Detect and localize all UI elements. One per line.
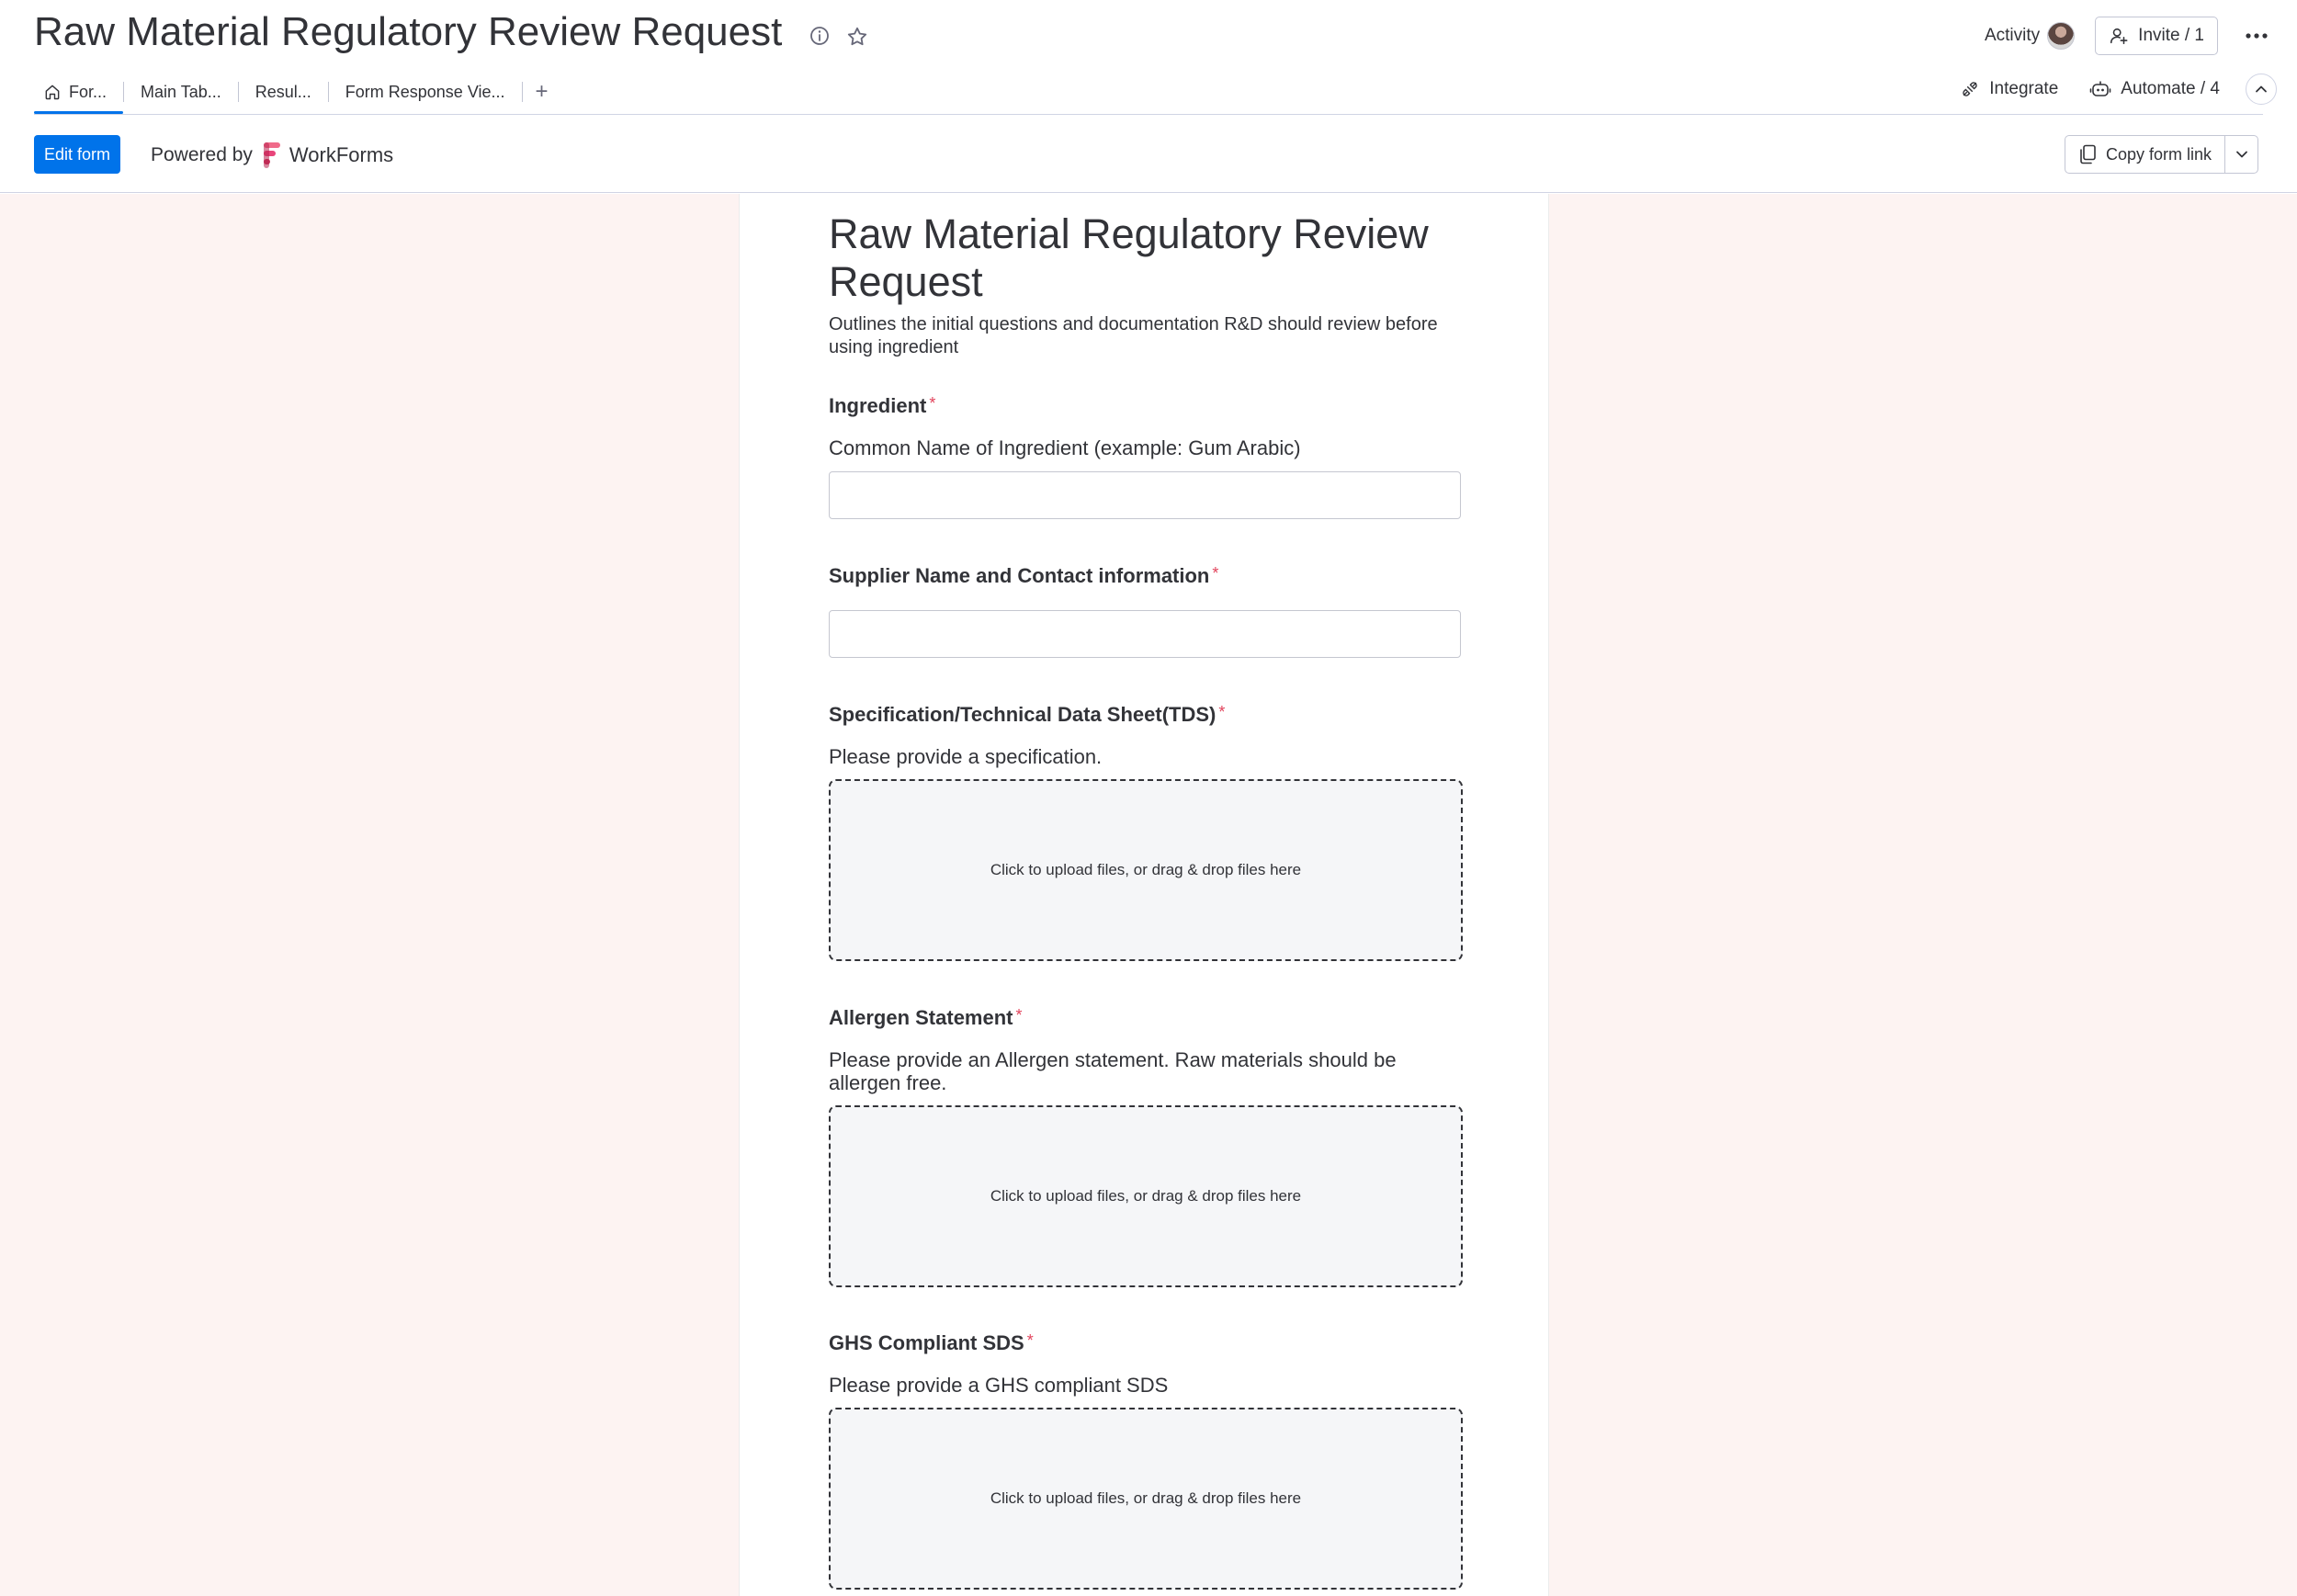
upload-text: Click to upload files, or drag & drop fi… — [990, 861, 1302, 878]
field-help-text: Common Name of Ingredient (example: Gum … — [829, 436, 1301, 459]
tab-form[interactable]: For... — [34, 70, 124, 114]
integrate-icon — [1960, 79, 1980, 99]
field-label-text: Allergen Statement — [829, 1006, 1013, 1029]
form-toolbar: Edit form Powered by WorkForms Copy form… — [0, 116, 2297, 193]
field-label: Allergen Statement * — [829, 1006, 1463, 1030]
field-help-text: Please provide an Allergen statement. Ra… — [829, 1048, 1397, 1094]
field-help-text: Please provide a GHS compliant SDS — [829, 1374, 1169, 1397]
tab-main-table[interactable]: Main Tab... — [124, 70, 238, 114]
avatar — [2047, 22, 2076, 50]
field-ingredient: Ingredient * Common Name of Ingredient (e… — [829, 394, 1463, 519]
field-allergen: Allergen Statement * Please provide an Al… — [829, 1006, 1463, 1287]
add-view-button[interactable]: + — [523, 70, 561, 114]
more-options-button[interactable] — [2238, 17, 2275, 54]
required-marker: * — [1212, 564, 1219, 583]
powered-by: Powered by WorkForms — [151, 142, 393, 168]
copy-form-link-button[interactable]: Copy form link — [2065, 136, 2224, 173]
tab-label: Main Tab... — [141, 82, 221, 101]
board-actions: Integrate Automate / 4 — [1960, 74, 2277, 105]
add-user-icon — [2109, 26, 2129, 46]
brand-name: WorkForms — [289, 143, 394, 166]
copy-link-group: Copy form link — [2064, 135, 2258, 174]
copy-form-link-label: Copy form link — [2105, 144, 2212, 164]
board-header: Raw Material Regulatory Review Request A… — [0, 0, 2297, 116]
robot-icon — [2089, 79, 2111, 99]
chevron-up-icon — [2255, 85, 2268, 94]
automate-button[interactable]: Automate / 4 — [2089, 79, 2220, 99]
tab-label: Resul... — [255, 82, 311, 101]
activity-label: Activity — [1984, 26, 2041, 45]
copy-link-dropdown-button[interactable] — [2224, 136, 2257, 173]
upload-text: Click to upload files, or drag & drop fi… — [990, 1187, 1302, 1205]
form-card: Raw Material Regulatory Review Request O… — [739, 194, 1549, 1596]
home-icon — [43, 83, 62, 101]
integrate-button[interactable]: Integrate — [1960, 79, 2058, 99]
integrate-label: Integrate — [1989, 79, 2059, 98]
ghs-sds-upload-dropzone[interactable]: Click to upload files, or drag & drop fi… — [829, 1408, 1463, 1590]
field-label-text: Supplier Name and Contact information — [829, 564, 1210, 587]
collapse-header-button[interactable] — [2246, 74, 2277, 105]
tab-label: Form Response Vie... — [345, 82, 505, 101]
field-help-text: Please provide a specification. — [829, 745, 1103, 768]
form-description: Outlines the initial questions and docum… — [829, 314, 1438, 357]
required-marker: * — [929, 394, 936, 413]
invite-button[interactable]: Invite / 1 — [2095, 17, 2218, 55]
star-icon[interactable] — [845, 25, 869, 49]
field-label-text: GHS Compliant SDS — [829, 1331, 1024, 1354]
tds-upload-dropzone[interactable]: Click to upload files, or drag & drop fi… — [829, 779, 1463, 961]
more-horizontal-icon — [2245, 32, 2269, 40]
info-icon[interactable] — [809, 25, 831, 47]
field-label: Specification/Technical Data Sheet(TDS) * — [829, 703, 1463, 727]
powered-by-label: Powered by — [151, 144, 253, 165]
view-tabs: For... Main Tab... Resul... Form Respons… — [34, 70, 561, 114]
upload-text: Click to upload files, or drag & drop fi… — [990, 1489, 1302, 1507]
field-supplier: Supplier Name and Contact information * — [829, 564, 1463, 658]
tab-results[interactable]: Resul... — [239, 70, 328, 114]
required-marker: * — [1015, 1006, 1023, 1024]
header-actions: Activity Invite / 1 — [1985, 17, 2275, 55]
form-canvas: Raw Material Regulatory Review Request O… — [0, 194, 2297, 1596]
ingredient-input[interactable] — [829, 471, 1461, 519]
field-ghs-sds: GHS Compliant SDS * Please provide a GHS … — [829, 1331, 1463, 1590]
invite-label: Invite / 1 — [2138, 26, 2204, 45]
tab-form-response-view[interactable]: Form Response Vie... — [329, 70, 522, 114]
header-divider — [34, 114, 2263, 115]
copy-icon — [2078, 144, 2097, 164]
required-marker: * — [1026, 1331, 1034, 1350]
field-label-text: Specification/Technical Data Sheet(TDS) — [829, 703, 1216, 726]
activity-button[interactable]: Activity — [1984, 22, 2076, 50]
workforms-logo-icon — [262, 142, 280, 168]
form-body: Raw Material Regulatory Review Request O… — [829, 210, 1463, 1590]
supplier-input[interactable] — [829, 610, 1461, 658]
edit-form-button[interactable]: Edit form — [34, 135, 121, 174]
field-label: GHS Compliant SDS * — [829, 1331, 1463, 1355]
field-label: Ingredient * — [829, 394, 1463, 418]
chevron-down-icon — [2235, 150, 2248, 159]
form-title: Raw Material Regulatory Review Request — [829, 210, 1429, 305]
field-tds: Specification/Technical Data Sheet(TDS) *… — [829, 703, 1463, 961]
automate-label: Automate / 4 — [2121, 79, 2220, 98]
board-title[interactable]: Raw Material Regulatory Review Request — [34, 9, 782, 55]
required-marker: * — [1218, 703, 1226, 721]
allergen-upload-dropzone[interactable]: Click to upload files, or drag & drop fi… — [829, 1105, 1463, 1287]
field-label-text: Ingredient — [829, 394, 927, 417]
field-label: Supplier Name and Contact information * — [829, 564, 1463, 588]
tab-label: For... — [69, 82, 107, 101]
